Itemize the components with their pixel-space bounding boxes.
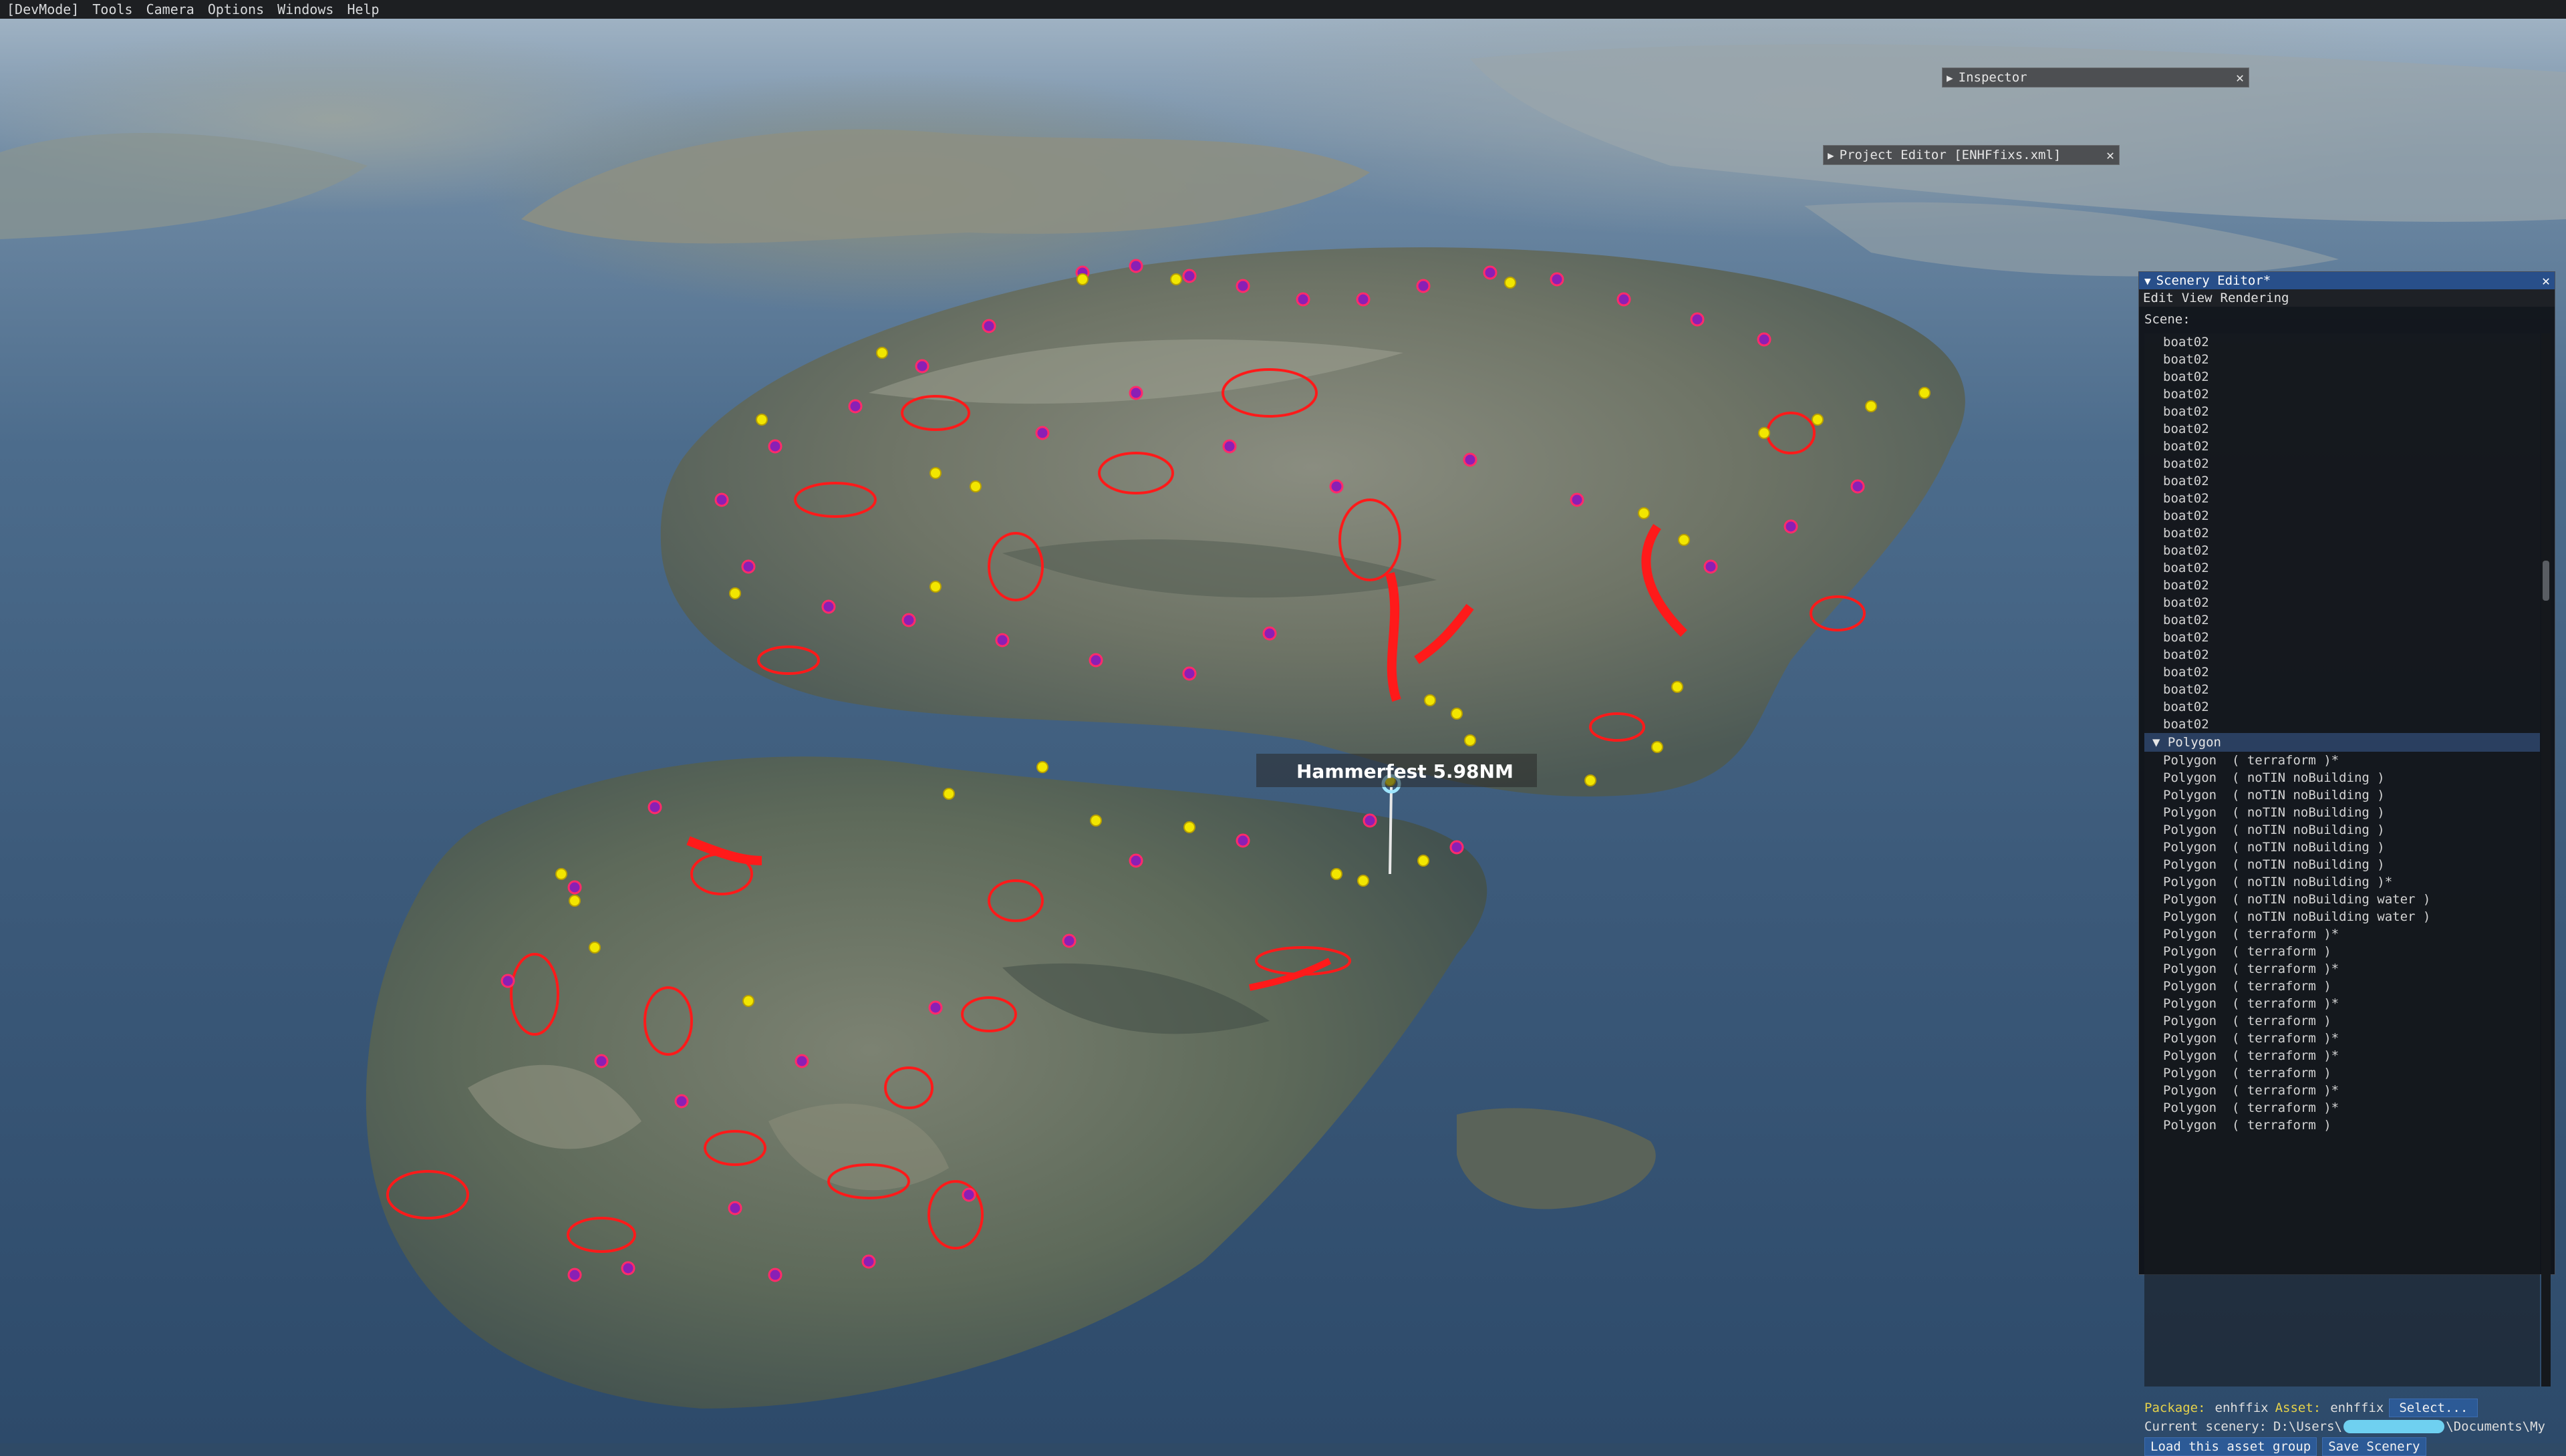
collapse-triangle-icon[interactable]: ▼ xyxy=(2152,735,2168,750)
scene-item-boat[interactable]: boat02 xyxy=(2144,681,2540,698)
menu-devmode[interactable]: [DevMode] xyxy=(0,0,86,19)
scene-item-polygon[interactable]: Polygon ( noTIN noBuilding ) xyxy=(2144,821,2540,839)
scene-item-boat[interactable]: boat02 xyxy=(2144,698,2540,716)
scene-item-boat[interactable]: boat02 xyxy=(2144,507,2540,525)
scenery-editor-footer: Package: enhffix Asset: enhffix Select..… xyxy=(2144,1399,2545,1456)
distant-land-west xyxy=(0,133,368,239)
scene-item-polygon[interactable]: Polygon ( noTIN noBuilding ) xyxy=(2144,804,2540,821)
scene-item-polygon[interactable]: Polygon ( noTIN noBuilding water ) xyxy=(2144,908,2540,925)
menu-bar: [DevMode] Tools Camera Options Windows H… xyxy=(0,0,2566,19)
scene-item-polygon[interactable]: Polygon ( terraform )* xyxy=(2144,752,2540,769)
scenery-editor-menu: Edit View Rendering xyxy=(2139,289,2555,307)
close-icon[interactable]: ✕ xyxy=(2102,147,2119,163)
scene-item-boat[interactable]: boat02 xyxy=(2144,629,2540,646)
scene-item-boat[interactable]: boat02 xyxy=(2144,420,2540,438)
scene-list-scrollbar[interactable] xyxy=(2541,333,2551,1387)
menu-windows[interactable]: Windows xyxy=(271,0,340,19)
scenery-path-end: \Documents\My xyxy=(2446,1419,2545,1434)
current-scenery-label: Current scenery: xyxy=(2144,1419,2267,1434)
expand-triangle-icon[interactable]: ▶ xyxy=(1828,149,1834,162)
scene-item-boat[interactable]: boat02 xyxy=(2144,368,2540,386)
close-icon[interactable]: ✕ xyxy=(2231,69,2249,86)
scene-label: Scene: xyxy=(2144,312,2190,327)
scene-item-boat[interactable]: boat02 xyxy=(2144,386,2540,403)
scene-item-boat[interactable]: boat02 xyxy=(2144,646,2540,664)
polygon-group: Polygon ( terraform )* Polygon ( noTIN no… xyxy=(2144,752,2540,1134)
scenery-editor-window: ▼ Scenery Editor* ✕ Edit View Rendering … xyxy=(2138,271,2555,1456)
close-icon[interactable]: ✕ xyxy=(2537,273,2555,289)
project-editor-title[interactable]: Project Editor [ENHFfixs.xml] xyxy=(1840,148,2102,162)
menu-view[interactable]: View xyxy=(2178,291,2217,305)
menu-tools[interactable]: Tools xyxy=(86,0,139,19)
collapse-triangle-icon[interactable]: ▼ xyxy=(2144,275,2151,287)
menu-options[interactable]: Options xyxy=(201,0,271,19)
scene-item-polygon[interactable]: Polygon ( terraform )* xyxy=(2144,995,2540,1012)
scene-item-polygon[interactable]: Polygon ( terraform )* xyxy=(2144,1030,2540,1047)
scene-item-boat[interactable]: boat02 xyxy=(2144,403,2540,420)
island-north xyxy=(660,247,1965,796)
scene-item-boat[interactable]: boat02 xyxy=(2144,333,2540,351)
scene-item-polygon[interactable]: Polygon ( noTIN noBuilding ) xyxy=(2144,856,2540,873)
menu-help[interactable]: Help xyxy=(340,0,386,19)
scene-item-boat[interactable]: boat02 xyxy=(2144,542,2540,559)
scene-item-polygon[interactable]: Polygon ( noTIN noBuilding ) xyxy=(2144,839,2540,856)
airport-line xyxy=(1389,786,1393,875)
distant-land-north xyxy=(521,129,1370,244)
scene-item-polygon[interactable]: Polygon ( noTIN noBuilding )* xyxy=(2144,873,2540,891)
airport-label[interactable]: Hammerfest 5.98NM xyxy=(1296,760,1514,782)
save-scenery-button[interactable]: Save Scenery xyxy=(2322,1437,2426,1456)
scene-item-polygon[interactable]: Polygon ( terraform )* xyxy=(2144,960,2540,978)
redacted-username xyxy=(2343,1420,2445,1433)
scene-item-polygon[interactable]: Polygon ( noTIN noBuilding ) xyxy=(2144,786,2540,804)
scene-item-polygon[interactable]: Polygon ( terraform )* xyxy=(2144,1082,2540,1099)
inspector-window[interactable]: ▶ Inspector ✕ xyxy=(1942,67,2249,88)
scene-item-polygon[interactable]: Polygon ( terraform ) xyxy=(2144,943,2540,960)
scenery-editor-title: Scenery Editor* xyxy=(2156,273,2271,288)
scene-item-boat[interactable]: boat02 xyxy=(2144,351,2540,368)
scenery-editor-titlebar[interactable]: ▼ Scenery Editor* ✕ xyxy=(2139,272,2555,289)
scene-item-boat[interactable]: boat02 xyxy=(2144,559,2540,577)
scene-item-boat[interactable]: boat02 xyxy=(2144,525,2540,542)
scene-item-polygon[interactable]: Polygon ( terraform ) xyxy=(2144,978,2540,995)
project-editor-window[interactable]: ▶ Project Editor [ENHFfixs.xml] ✕ xyxy=(1823,145,2120,165)
scene-item-polygon[interactable]: Polygon ( terraform )* xyxy=(2144,1047,2540,1064)
package-label: Package: xyxy=(2144,1401,2206,1415)
scene-item-boat[interactable]: boat02 xyxy=(2144,490,2540,507)
asset-label: Asset: xyxy=(2275,1401,2321,1415)
load-asset-group-button[interactable]: Load this asset group xyxy=(2144,1437,2317,1456)
menu-camera[interactable]: Camera xyxy=(140,0,201,19)
boat-group: boat02 boat02 boat02 boat02 boat02 boat02 boat… xyxy=(2144,333,2540,733)
scene-item-boat[interactable]: boat02 xyxy=(2144,472,2540,490)
island-small xyxy=(1457,1108,1656,1209)
scene-list[interactable]: boat02 boat02 boat02 boat02 boat02 boat02 boat… xyxy=(2144,333,2540,1387)
scene-item-boat[interactable]: boat02 xyxy=(2144,594,2540,611)
scene-item-polygon[interactable]: Polygon ( terraform ) xyxy=(2144,1117,2540,1134)
expand-triangle-icon[interactable]: ▶ xyxy=(1947,71,1953,84)
menu-edit[interactable]: Edit xyxy=(2139,291,2178,305)
inspector-title[interactable]: Inspector xyxy=(1959,70,2231,85)
scene-item-boat[interactable]: boat02 xyxy=(2144,611,2540,629)
scene-item-polygon[interactable]: Polygon ( noTIN noBuilding ) xyxy=(2144,769,2540,786)
scene-item-polygon[interactable]: Polygon ( terraform )* xyxy=(2144,1099,2540,1117)
package-value: enhffix xyxy=(2215,1401,2269,1415)
scene-item-polygon[interactable]: Polygon ( terraform ) xyxy=(2144,1064,2540,1082)
asset-value: enhffix xyxy=(2330,1401,2384,1415)
scrollbar-thumb[interactable] xyxy=(2543,561,2549,601)
scene-item-boat[interactable]: boat02 xyxy=(2144,577,2540,594)
scene-item-boat[interactable]: boat02 xyxy=(2144,455,2540,472)
scene-item-polygon[interactable]: Polygon ( noTIN noBuilding water ) xyxy=(2144,891,2540,908)
scene-item-polygon[interactable]: Polygon ( terraform )* xyxy=(2144,925,2540,943)
menu-rendering[interactable]: Rendering xyxy=(2217,291,2293,305)
select-button[interactable]: Select... xyxy=(2389,1399,2478,1417)
scene-item-boat[interactable]: boat02 xyxy=(2144,716,2540,733)
scene-item-boat[interactable]: boat02 xyxy=(2144,664,2540,681)
scene-item-boat[interactable]: boat02 xyxy=(2144,438,2540,455)
scenery-path-start: D:\Users\ xyxy=(2273,1419,2342,1434)
polygon-group-label: Polygon xyxy=(2167,735,2221,750)
polygon-group-header[interactable]: ▼ Polygon xyxy=(2144,733,2540,752)
scene-item-polygon[interactable]: Polygon ( terraform ) xyxy=(2144,1012,2540,1030)
